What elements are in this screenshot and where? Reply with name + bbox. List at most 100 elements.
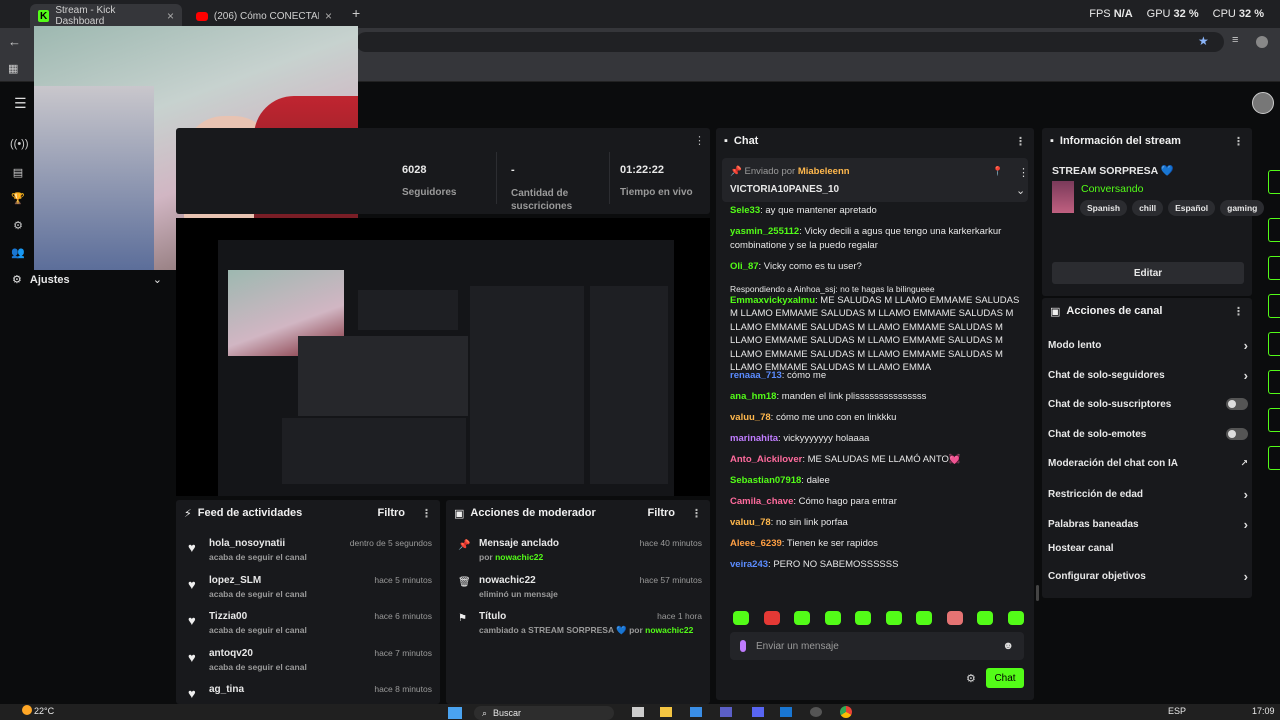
chat-message[interactable]: valuu_78: cómo me uno con en linkkku (730, 411, 1026, 425)
hamburger-menu-icon[interactable]: ☰ (14, 95, 27, 112)
tool-icon[interactable] (1268, 170, 1280, 194)
store-icon[interactable] (690, 707, 702, 717)
more-options-icon[interactable]: ⋮ (691, 507, 702, 520)
chat-username[interactable]: Sebastian07918 (730, 475, 801, 486)
stream-tag[interactable]: gaming (1220, 200, 1265, 216)
new-tab-button[interactable]: + (352, 5, 360, 21)
moderator-action-item[interactable]: 🗑 nowachic22 eliminó un mensaje hace 57 mi… (456, 571, 704, 605)
close-icon[interactable]: × (325, 9, 332, 23)
more-options-icon[interactable]: ⋮ (1015, 135, 1026, 148)
chat-username[interactable]: yasmin_255112 (730, 226, 799, 237)
activity-item[interactable]: ♥ antoqv20 acaba de seguir el canal hace 7 … (186, 644, 434, 678)
settings-nav-item[interactable]: ⚙ Ajustes ⌄ (12, 273, 162, 287)
emote-icon[interactable] (977, 611, 993, 625)
channel-action-item[interactable]: Moderación del chat con IA ↗ (1048, 458, 1248, 469)
emote-icon[interactable] (733, 611, 749, 625)
channel-action-item[interactable]: Palabras baneadas › (1048, 517, 1248, 532)
community-icon[interactable]: 👥 (10, 246, 26, 262)
tool-icon[interactable] (1268, 294, 1280, 318)
chat-message[interactable]: Sele33: ay que mantener apretado (730, 204, 1026, 218)
chat-message[interactable]: marinahita: vickyyyyyyy holaaaa (730, 432, 1026, 446)
url-field[interactable] (356, 32, 1224, 52)
language-indicator[interactable]: ESP (1168, 706, 1186, 716)
emote-icon[interactable] (1007, 611, 1024, 625)
task-view-icon[interactable] (632, 707, 644, 717)
filter-button[interactable]: Filtro (648, 507, 676, 519)
tab-youtube[interactable]: (206) Cómo CONECTAR las OC × (188, 4, 340, 28)
chat-message[interactable]: Camila_chave: Cómo hago para entrar (730, 495, 1026, 509)
windows-start-icon[interactable] (448, 707, 462, 719)
chat-message[interactable]: Oli_87: Vicky como es tu user? (730, 260, 1026, 274)
analytics-icon[interactable]: ▤ (10, 166, 26, 182)
chat-message[interactable]: Sebastian07918: dalee (730, 474, 1026, 488)
channel-action-item[interactable]: Modo lento › (1048, 338, 1248, 353)
chat-username[interactable]: valuu_78 (730, 517, 771, 528)
chat-message[interactable]: valuu_78: no sin link porfaa (730, 516, 1026, 530)
chat-message[interactable]: veira243: PERO NO SABEMOSSSSSS (730, 558, 1026, 572)
tool-icon[interactable] (1268, 218, 1280, 242)
stream-preview[interactable] (176, 218, 710, 496)
chat-username[interactable]: Sele33 (730, 205, 760, 216)
apps-grid-icon[interactable]: ▦ (8, 62, 18, 75)
chat-username[interactable]: Anto_Aickilover (730, 454, 802, 465)
moderation-icon[interactable]: ⚙ (10, 219, 26, 235)
profile-icon[interactable] (1256, 36, 1268, 48)
close-icon[interactable]: × (167, 9, 174, 23)
toggle-switch[interactable] (1226, 428, 1248, 440)
more-options-icon[interactable]: ⋮ (421, 507, 432, 520)
chat-message[interactable]: renaaa_713: cómo me (730, 369, 1026, 383)
activity-item[interactable]: ♥ hola_nosoynatii acaba de seguir el canal… (186, 534, 434, 568)
chevron-down-icon[interactable]: ⌄ (1016, 184, 1025, 197)
chat-settings-gear-icon[interactable]: ⚙ (966, 672, 976, 685)
stream-category[interactable]: Conversando (1081, 183, 1143, 195)
more-options-icon[interactable]: ⋮ (1018, 166, 1029, 179)
taskbar-search[interactable]: ⌕ Buscar (474, 706, 614, 720)
moderator-action-item[interactable]: ⚑ Título cambiado a STREAM SORPRESA 💙 por … (456, 607, 704, 641)
pinned-message[interactable]: 📌 Enviado por Miabeleenn VICTORIA10PANES… (722, 158, 1029, 202)
avatar[interactable] (1252, 92, 1274, 114)
activity-item[interactable]: ♥ Tizzia00 acaba de seguir el canal hace 6 … (186, 607, 434, 641)
channel-action-item[interactable]: Restricción de edad › (1048, 487, 1248, 502)
chat-username[interactable]: Emmaxvickyxalmu (730, 295, 815, 306)
tool-icon[interactable] (1268, 446, 1280, 470)
chrome-icon[interactable] (840, 706, 852, 718)
chat-message[interactable]: Anto_Aickilover: ME SALUDAS ME LLAMÓ ANT… (730, 453, 1026, 467)
more-options-icon[interactable]: ⋮ (1233, 135, 1244, 148)
chat-username[interactable]: Camila_chave (730, 496, 793, 507)
toggle-switch[interactable] (1226, 398, 1248, 410)
chat-username[interactable]: Oli_87 (730, 261, 759, 272)
emote-icon[interactable] (855, 611, 871, 625)
chat-message[interactable]: Aleee_6239: Tienen ke ser rapidos (730, 537, 1026, 551)
chat-username[interactable]: Aleee_6239 (730, 538, 782, 549)
chat-username[interactable]: valuu_78 (730, 412, 771, 423)
emote-icon[interactable] (946, 611, 963, 625)
channel-action-item[interactable]: Chat de solo-emotes (1048, 428, 1248, 440)
pin-icon[interactable]: 📍 (992, 166, 1003, 177)
edit-button[interactable]: Editar (1052, 262, 1244, 284)
discord-icon[interactable] (752, 707, 764, 717)
chat-input[interactable]: Enviar un mensaje ☻ (730, 632, 1024, 660)
roblox-icon[interactable] (780, 707, 792, 717)
tool-icon[interactable] (1268, 408, 1280, 432)
stream-tag[interactable]: Spanish (1080, 200, 1128, 216)
channel-action-item[interactable]: Chat de solo-seguidores › (1048, 368, 1248, 383)
emoji-icon[interactable]: ☻ (1002, 640, 1014, 652)
bookmark-star-icon[interactable]: ★ (1198, 34, 1209, 48)
clock[interactable]: 17:09 (1252, 706, 1275, 716)
chat-username[interactable]: renaaa_713 (730, 370, 782, 381)
chat-username[interactable]: ana_hm18 (730, 391, 776, 402)
chat-message[interactable]: Emmaxvickyxalmu: ME SALUDAS M LLAMO EMMA… (730, 294, 1026, 375)
emote-icon[interactable] (824, 611, 841, 625)
tool-icon[interactable] (1268, 370, 1280, 394)
chat-username[interactable]: marinahita (730, 433, 778, 444)
chat-message[interactable]: yasmin_255112: Vicky decili a agus que t… (730, 225, 1026, 252)
more-options-icon[interactable]: ⋮ (1233, 305, 1244, 318)
stream-tag[interactable]: chill (1132, 200, 1164, 216)
file-explorer-icon[interactable] (660, 707, 672, 717)
tool-icon[interactable] (1268, 256, 1280, 280)
channel-action-item[interactable]: Chat de solo-suscriptores (1048, 398, 1248, 410)
weather-temp[interactable]: 22°C (34, 706, 54, 716)
chat-message[interactable]: ana_hm18: manden el link plissssssssssss… (730, 390, 1026, 404)
moderator-action-item[interactable]: 📌 Mensaje anclado por nowachic22 hace 40 mi… (456, 534, 704, 568)
more-options-icon[interactable]: ⋮ (694, 134, 705, 147)
